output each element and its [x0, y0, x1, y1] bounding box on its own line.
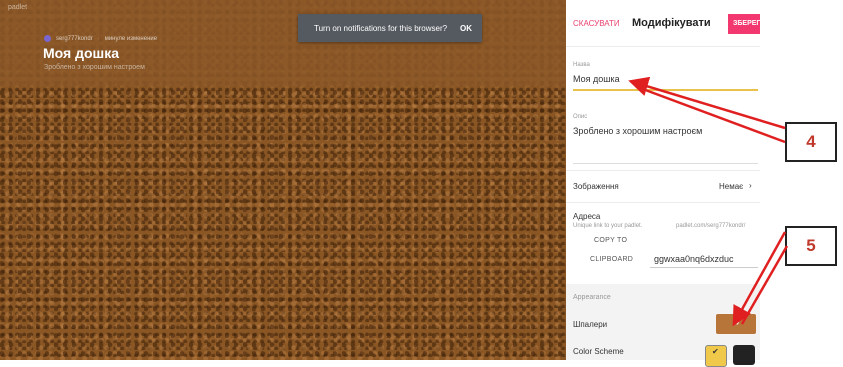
cancel-button[interactable]: СКАСУВАТИ: [573, 19, 620, 28]
annotation-gutter: [760, 0, 843, 360]
address-prefix: padlet.com/serg777kondr/: [676, 223, 746, 229]
avatar: [44, 35, 51, 42]
copy-to-clipboard-button-line2[interactable]: CLIPBOARD: [590, 256, 633, 263]
color-scheme-label: Color Scheme: [573, 347, 624, 356]
padlet-logo: padlet: [8, 4, 28, 11]
image-row-label[interactable]: Зображення: [573, 182, 619, 191]
separator-dot: ·: [97, 35, 100, 42]
author-name: serg777kondr: [56, 35, 93, 42]
notification-ok-button[interactable]: OK: [460, 24, 472, 33]
name-field[interactable]: Моя дошка: [573, 74, 620, 84]
board-meta: минуле изменение: [104, 35, 158, 42]
panel-title: Модифікувати: [632, 17, 711, 29]
appearance-label: Appearance: [573, 294, 611, 301]
callout-4: 4: [785, 122, 837, 162]
description-field-underline: [573, 163, 758, 164]
slug-input[interactable]: ggwxaa0nq6dxzduc: [650, 250, 758, 268]
name-field-underline: [573, 89, 758, 91]
description-field[interactable]: Зроблено з хорошим настроєм: [573, 126, 702, 136]
board-header: padlet serg777kondr · минуле изменение М…: [0, 0, 566, 86]
chevron-right-icon[interactable]: ›: [749, 181, 752, 190]
callout-5: 5: [785, 226, 837, 266]
copy-to-clipboard-button[interactable]: COPY TO: [594, 237, 627, 244]
color-scheme-dark-option[interactable]: [733, 345, 755, 365]
board-subtitle: Зроблено з хорошим настроем: [44, 64, 145, 71]
divider: [566, 202, 760, 203]
divider: [566, 46, 760, 47]
board-title: Моя дошка: [43, 45, 119, 61]
save-button[interactable]: ЗБЕРЕГТИ: [728, 14, 760, 34]
notification-text: Turn on notifications for this browser?: [314, 24, 448, 33]
check-icon: ✔: [712, 347, 719, 356]
author-row: serg777kondr · минуле изменение: [44, 35, 157, 42]
notification-banner: Turn on notifications for this browser? …: [298, 14, 482, 42]
image-row-value[interactable]: Немає: [719, 182, 743, 191]
wallpaper-label[interactable]: Шпалери: [573, 320, 607, 329]
modify-panel: СКАСУВАТИ Модифікувати ЗБЕРЕГТИ Назва Мо…: [566, 0, 760, 367]
address-label: Адреса: [573, 212, 601, 221]
name-label: Назва: [573, 62, 590, 68]
address-hint: Unique link to your padlet.: [573, 223, 643, 229]
chevron-right-icon[interactable]: ›: [736, 317, 739, 328]
description-label: Опис: [573, 114, 588, 120]
divider: [566, 170, 760, 171]
panel-header: СКАСУВАТИ Модифікувати ЗБЕРЕГТИ: [566, 0, 760, 46]
